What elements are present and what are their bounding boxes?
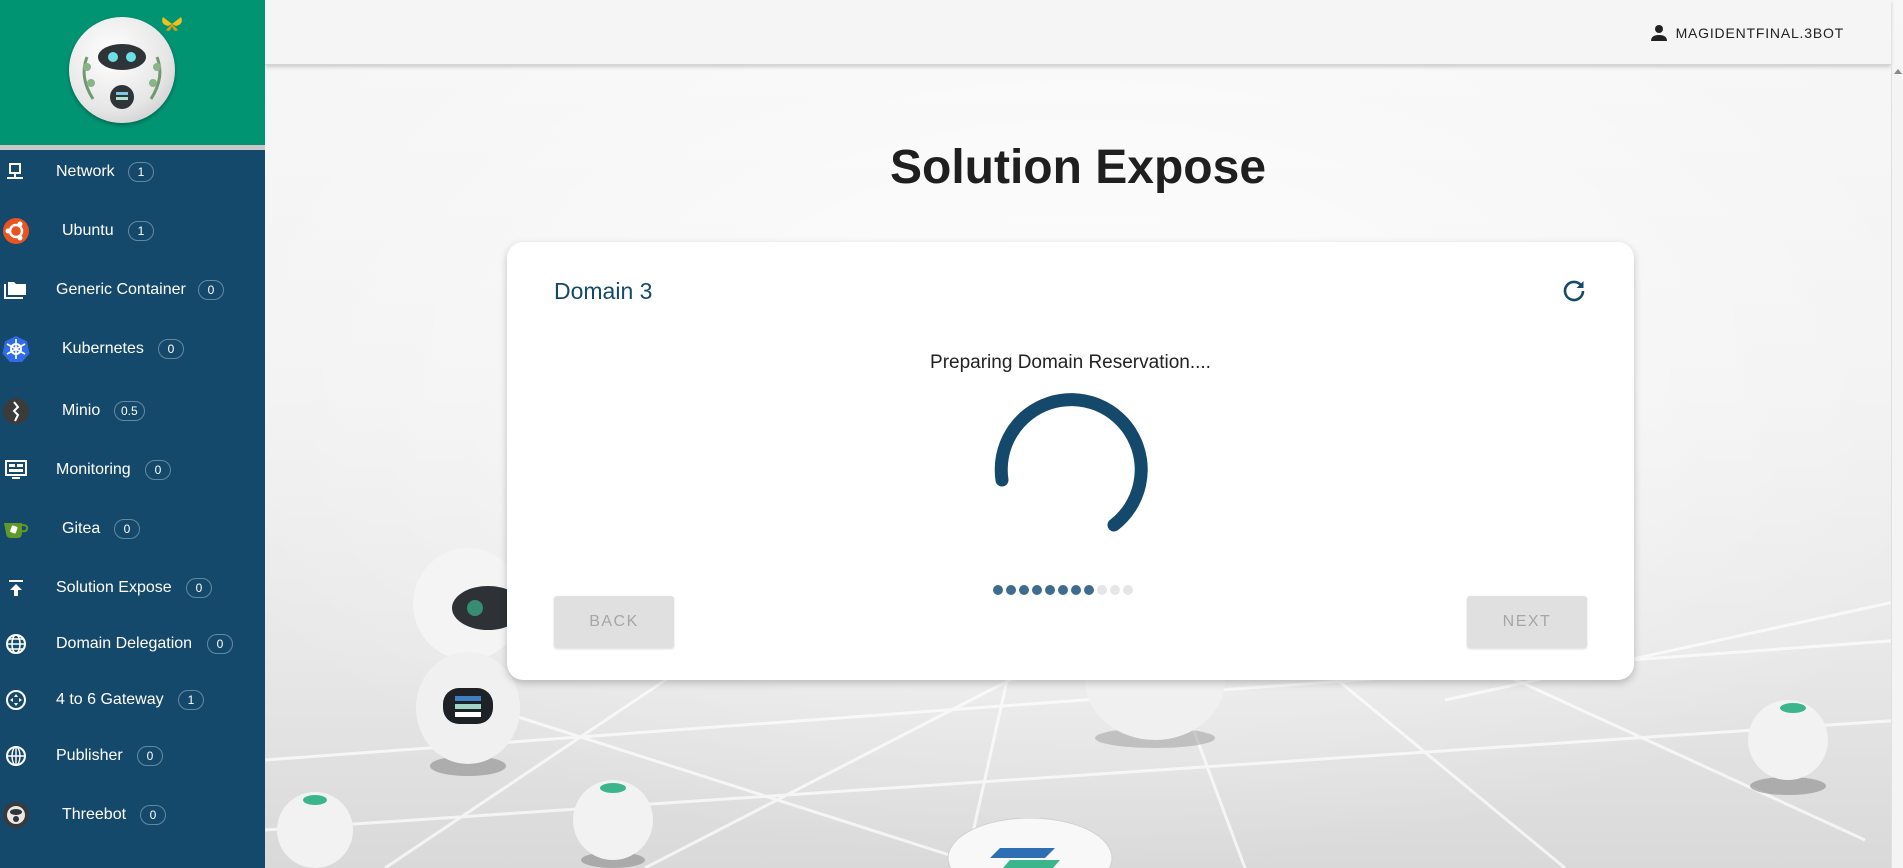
robot-illustration-right	[1748, 700, 1828, 795]
step-dot	[1019, 585, 1029, 595]
sidebar-item-generic-container[interactable]: Generic Container 0	[0, 268, 265, 312]
next-button[interactable]: NEXT	[1467, 596, 1587, 648]
sidebar-item-label: Publisher	[56, 747, 123, 764]
status-badge: 1	[128, 221, 154, 241]
stepper-card: Domain 3 Preparing Domain Reservation...…	[507, 242, 1634, 680]
network-icon	[2, 158, 30, 186]
folder-icon	[2, 276, 30, 304]
sidebar-item-minio[interactable]: Minio 0.5	[0, 389, 265, 433]
status-badge: 0	[114, 519, 140, 539]
status-badge: 0	[207, 634, 233, 654]
robot-illustration-small-center	[573, 780, 653, 868]
status-badge: 0	[186, 578, 212, 598]
sidebar-item-label: Solution Expose	[56, 579, 172, 596]
sidebar-item-label: Monitoring	[56, 461, 131, 478]
page-title: Solution Expose	[889, 141, 1267, 194]
threebot-icon	[2, 801, 30, 829]
sidebar: Network 1 Ubuntu 1 Generic Container 0 K…	[0, 0, 265, 868]
gitea-icon	[2, 515, 30, 543]
butterfly-icon	[162, 17, 182, 31]
step-dot	[1123, 585, 1133, 595]
step-dot	[1071, 585, 1081, 595]
step-dot	[1045, 585, 1055, 595]
sidebar-item-publisher[interactable]: Publisher 0	[0, 734, 265, 778]
main-content: MAGIDENTFINAL.3BOT Solution Expose Domai…	[265, 0, 1903, 868]
kubernetes-icon	[2, 335, 30, 363]
user-menu[interactable]: MAGIDENTFINAL.3BOT	[1650, 24, 1844, 42]
step-progress-dots	[993, 585, 1136, 595]
step-dot	[1058, 585, 1068, 595]
status-badge: 1	[178, 690, 204, 710]
step-dot	[1097, 585, 1107, 595]
sidebar-item-label: Generic Container	[56, 281, 186, 298]
sidebar-item-solution-expose[interactable]: Solution Expose 0	[0, 566, 265, 610]
platform-logo-illustration	[947, 818, 1113, 868]
status-badge: 0.5	[114, 401, 145, 421]
status-badge: 0	[198, 280, 224, 300]
robot-illustration-small-left	[277, 792, 353, 868]
globe-icon	[2, 630, 30, 658]
status-badge: 0	[145, 460, 171, 480]
ubuntu-icon	[2, 217, 30, 245]
sidebar-item-label: Threebot	[62, 806, 127, 823]
step-dot	[1032, 585, 1042, 595]
sidebar-item-label: Network	[56, 163, 115, 180]
sidebar-item-label: Ubuntu	[62, 222, 114, 239]
minio-icon	[2, 397, 30, 425]
step-dot	[1084, 585, 1094, 595]
status-badge: 0	[158, 339, 184, 359]
sidebar-item-threebot[interactable]: Threebot 0	[0, 793, 265, 837]
sidebar-item-ubuntu[interactable]: Ubuntu 1	[0, 209, 265, 253]
gateway-icon	[2, 686, 30, 714]
account-icon	[1650, 25, 1667, 41]
sidebar-item-label: Gitea	[62, 520, 101, 537]
status-badge: 0	[140, 805, 166, 825]
monitor-icon	[2, 456, 30, 484]
sidebar-item-domain-delegation[interactable]: Domain Delegation 0	[0, 622, 265, 666]
step-title: Domain 3	[554, 278, 653, 304]
status-message: Preparing Domain Reservation....	[930, 352, 1211, 373]
sidebar-item-network[interactable]: Network 1	[0, 150, 265, 194]
sidebar-item-label: Kubernetes	[62, 340, 144, 357]
sidebar-item-label: 4 to 6 Gateway	[56, 691, 164, 708]
status-badge: 1	[128, 162, 154, 182]
loading-spinner	[994, 393, 1148, 532]
status-badge: 0	[137, 746, 163, 766]
sidebar-item-4-to-6-gateway[interactable]: 4 to 6 Gateway 1	[0, 678, 265, 722]
top-bar: MAGIDENTFINAL.3BOT	[265, 0, 1891, 65]
web-icon	[2, 742, 30, 770]
sidebar-item-monitoring[interactable]: Monitoring 0	[0, 448, 265, 492]
step-dot	[1110, 585, 1120, 595]
back-button[interactable]: BACK	[554, 596, 674, 648]
step-dot	[993, 585, 1003, 595]
sidebar-item-label: Minio	[62, 402, 101, 419]
sidebar-item-gitea[interactable]: Gitea 0	[0, 507, 265, 551]
upload-icon	[2, 574, 30, 602]
sidebar-item-label: Domain Delegation	[56, 635, 193, 652]
scrollbar[interactable]	[1891, 65, 1903, 868]
sidebar-item-kubernetes[interactable]: Kubernetes 0	[0, 327, 265, 371]
refresh-icon[interactable]	[1561, 278, 1587, 304]
username: MAGIDENTFINAL.3BOT	[1675, 25, 1844, 41]
step-dot	[1006, 585, 1016, 595]
sidebar-logo[interactable]	[0, 0, 265, 150]
